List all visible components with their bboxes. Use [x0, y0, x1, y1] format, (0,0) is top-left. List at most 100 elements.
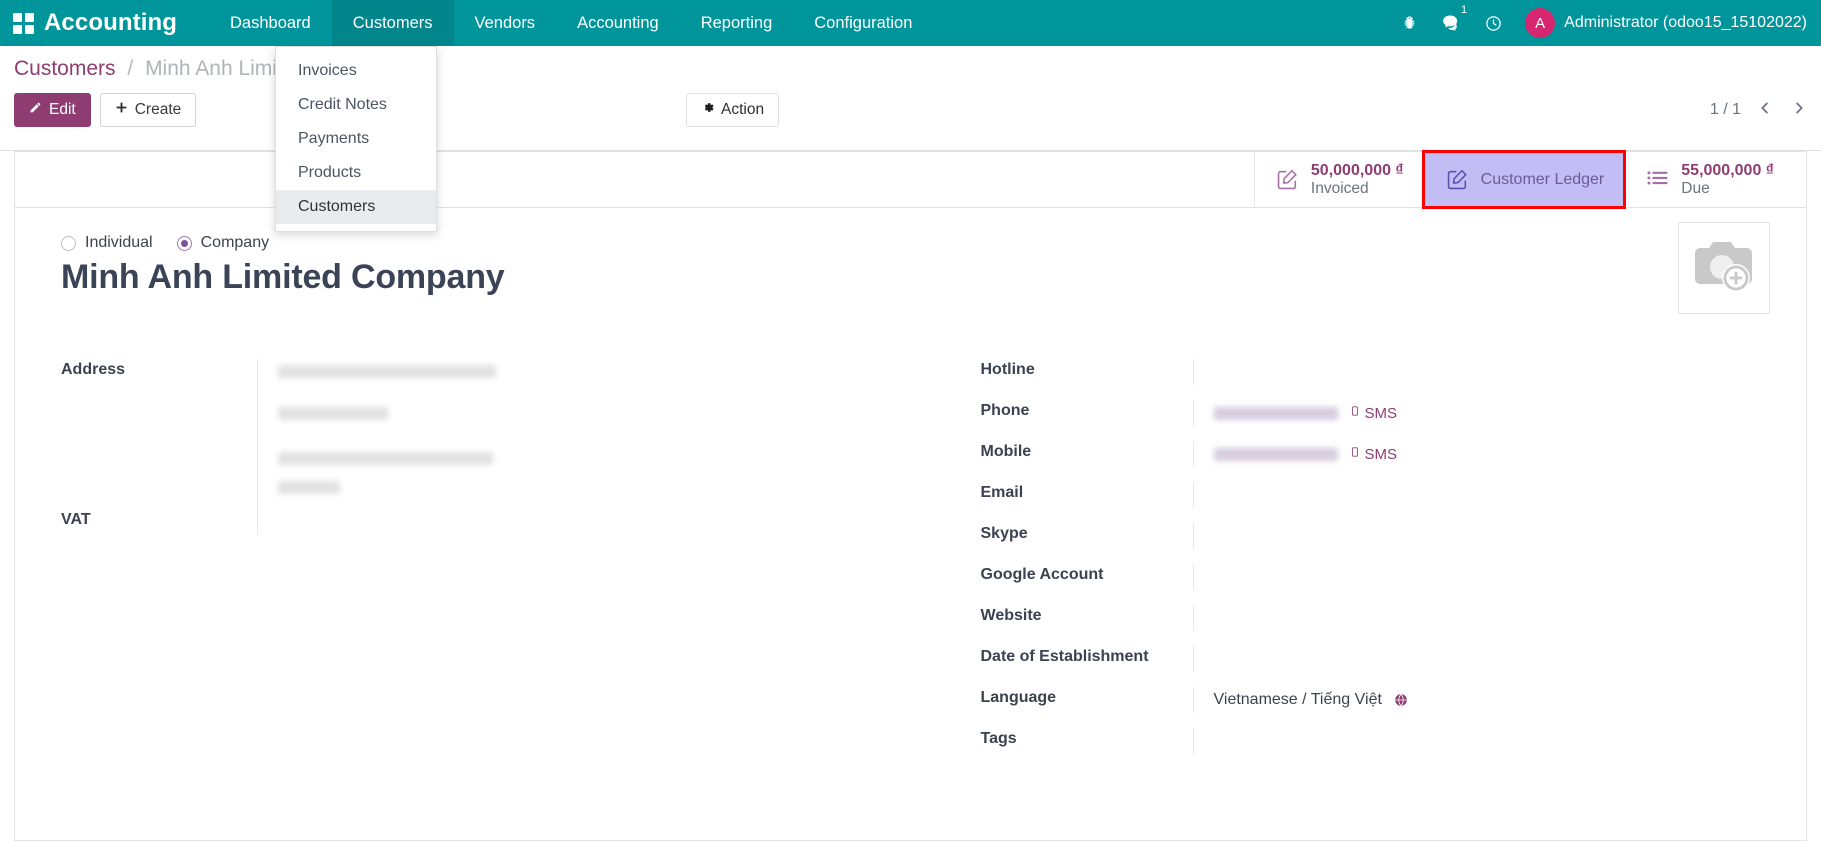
field-vat-label: VAT — [61, 509, 257, 529]
redacted-text — [278, 407, 388, 420]
edit-button[interactable]: Edit — [14, 93, 91, 127]
messages-icon[interactable]: 1 — [1431, 0, 1471, 46]
field-phone-value[interactable]: SMS — [1193, 400, 1725, 426]
stat-invoiced-label: Invoiced — [1311, 180, 1404, 199]
field-hotline: Hotline — [981, 359, 1725, 400]
form-sheet: 50,000,000 ₫ Invoiced Customer Ledger — [14, 151, 1807, 841]
form-column-right: Hotline Phone SMS — [911, 359, 1761, 769]
chevron-left-icon[interactable] — [1757, 99, 1773, 122]
create-button[interactable]: Create — [100, 93, 197, 127]
user-name: Administrator (odoo15_15102022) — [1564, 14, 1807, 32]
globe-icon[interactable] — [1394, 693, 1408, 707]
list-icon — [1645, 167, 1670, 192]
field-date-of-establishment: Date of Establishment — [981, 646, 1725, 687]
stat-button-customer-ledger[interactable]: Customer Ledger — [1424, 152, 1625, 207]
field-tags-value[interactable] — [1193, 728, 1725, 754]
gear-icon — [701, 101, 714, 119]
redacted-text — [278, 481, 340, 494]
field-phone: Phone SMS — [981, 400, 1725, 441]
action-button[interactable]: Action — [686, 93, 779, 127]
camera-plus-icon — [1689, 236, 1759, 301]
field-email-value[interactable] — [1193, 482, 1725, 508]
bug-icon[interactable] — [1389, 0, 1429, 46]
partner-type-radio-group: Individual Company — [61, 234, 1760, 252]
field-address-label: Address — [61, 359, 257, 379]
field-tags: Tags — [981, 728, 1725, 769]
app-brand-title: Accounting — [40, 0, 183, 46]
navbar-systray: 1 A Administrator (odoo15_15102022) — [1389, 0, 1821, 46]
field-google-account-value[interactable] — [1193, 564, 1725, 590]
menu-accounting[interactable]: Accounting — [556, 0, 680, 46]
stat-due-label: Due — [1681, 180, 1774, 199]
field-phone-label: Phone — [981, 400, 1193, 420]
redacted-text — [1214, 407, 1338, 420]
radio-option-individual[interactable]: Individual — [61, 234, 153, 252]
field-website: Website — [981, 605, 1725, 646]
activity-clock-icon[interactable] — [1473, 0, 1513, 46]
field-mobile-label: Mobile — [981, 441, 1193, 461]
control-panel: Customers / Minh Anh Limited Edit Create… — [0, 46, 1821, 151]
stat-button-invoiced[interactable]: 50,000,000 ₫ Invoiced — [1254, 152, 1424, 207]
pencil-square-icon — [1275, 167, 1300, 192]
field-skype: Skype — [981, 523, 1725, 564]
phone-sms-link[interactable]: SMS — [1350, 404, 1398, 422]
field-vat: VAT — [61, 509, 875, 550]
plus-icon — [115, 101, 128, 119]
top-navbar: Accounting Dashboard Customers Vendors A… — [0, 0, 1821, 46]
breadcrumb-separator: / — [121, 57, 139, 80]
field-address-value[interactable] — [257, 359, 875, 509]
field-mobile: Mobile SMS — [981, 441, 1725, 482]
field-date-of-establishment-value[interactable] — [1193, 646, 1725, 672]
apps-menu-button[interactable] — [0, 0, 40, 46]
dropdown-item-payments[interactable]: Payments — [276, 122, 436, 156]
pencil-square-icon — [1445, 167, 1470, 192]
stat-invoiced-value: 50,000,000 ₫ — [1311, 161, 1404, 180]
stat-button-due[interactable]: 55,000,000 ₫ Due — [1624, 152, 1794, 207]
dropdown-item-products[interactable]: Products — [276, 156, 436, 190]
field-hotline-value[interactable] — [1193, 359, 1725, 385]
mobile-phone-icon — [1350, 445, 1360, 463]
pager: 1 / 1 — [1710, 99, 1807, 122]
breadcrumb-root[interactable]: Customers — [14, 57, 116, 80]
form-body: Individual Company Minh Anh Limited Comp… — [15, 208, 1806, 769]
redacted-text — [1214, 448, 1338, 461]
field-mobile-value[interactable]: SMS — [1193, 441, 1725, 467]
field-skype-label: Skype — [981, 523, 1193, 543]
dropdown-item-credit-notes[interactable]: Credit Notes — [276, 88, 436, 122]
dropdown-item-invoices[interactable]: Invoices — [276, 54, 436, 88]
pager-counter[interactable]: 1 / 1 — [1710, 101, 1741, 119]
field-language-value[interactable]: Vietnamese / Tiếng Việt — [1193, 687, 1725, 713]
radio-individual-label: Individual — [85, 234, 153, 252]
redacted-text — [278, 452, 493, 465]
field-language: Language Vietnamese / Tiếng Việt — [981, 687, 1725, 728]
menu-vendors[interactable]: Vendors — [454, 0, 557, 46]
image-upload-placeholder[interactable] — [1678, 222, 1770, 314]
customers-dropdown-menu: Invoices Credit Notes Payments Products … — [275, 46, 437, 232]
field-skype-value[interactable] — [1193, 523, 1725, 549]
field-hotline-label: Hotline — [981, 359, 1193, 379]
user-menu[interactable]: A Administrator (odoo15_15102022) — [1515, 8, 1807, 38]
phone-sms-label: SMS — [1365, 405, 1398, 422]
create-button-label: Create — [135, 101, 182, 119]
radio-option-company[interactable]: Company — [177, 234, 269, 252]
field-website-value[interactable] — [1193, 605, 1725, 631]
menu-customers[interactable]: Customers — [332, 0, 454, 46]
chevron-right-icon[interactable] — [1791, 99, 1807, 122]
mobile-sms-link[interactable]: SMS — [1350, 445, 1398, 463]
messages-badge: 1 — [1461, 5, 1467, 16]
menu-dashboard[interactable]: Dashboard — [209, 0, 332, 46]
form-columns: Address VAT — [61, 359, 1760, 769]
field-language-text: Vietnamese / Tiếng Việt — [1214, 691, 1382, 709]
field-address: Address — [61, 359, 875, 509]
menu-configuration[interactable]: Configuration — [793, 0, 933, 46]
field-website-label: Website — [981, 605, 1193, 625]
action-button-label: Action — [721, 101, 764, 119]
dropdown-item-customers[interactable]: Customers — [276, 190, 436, 224]
menu-reporting[interactable]: Reporting — [680, 0, 794, 46]
field-google-account: Google Account — [981, 564, 1725, 605]
field-date-of-establishment-label: Date of Establishment — [981, 646, 1193, 666]
page-title: Minh Anh Limited Company — [61, 258, 1760, 297]
field-vat-value[interactable] — [257, 509, 875, 535]
redacted-text — [278, 365, 496, 378]
field-language-label: Language — [981, 687, 1193, 707]
